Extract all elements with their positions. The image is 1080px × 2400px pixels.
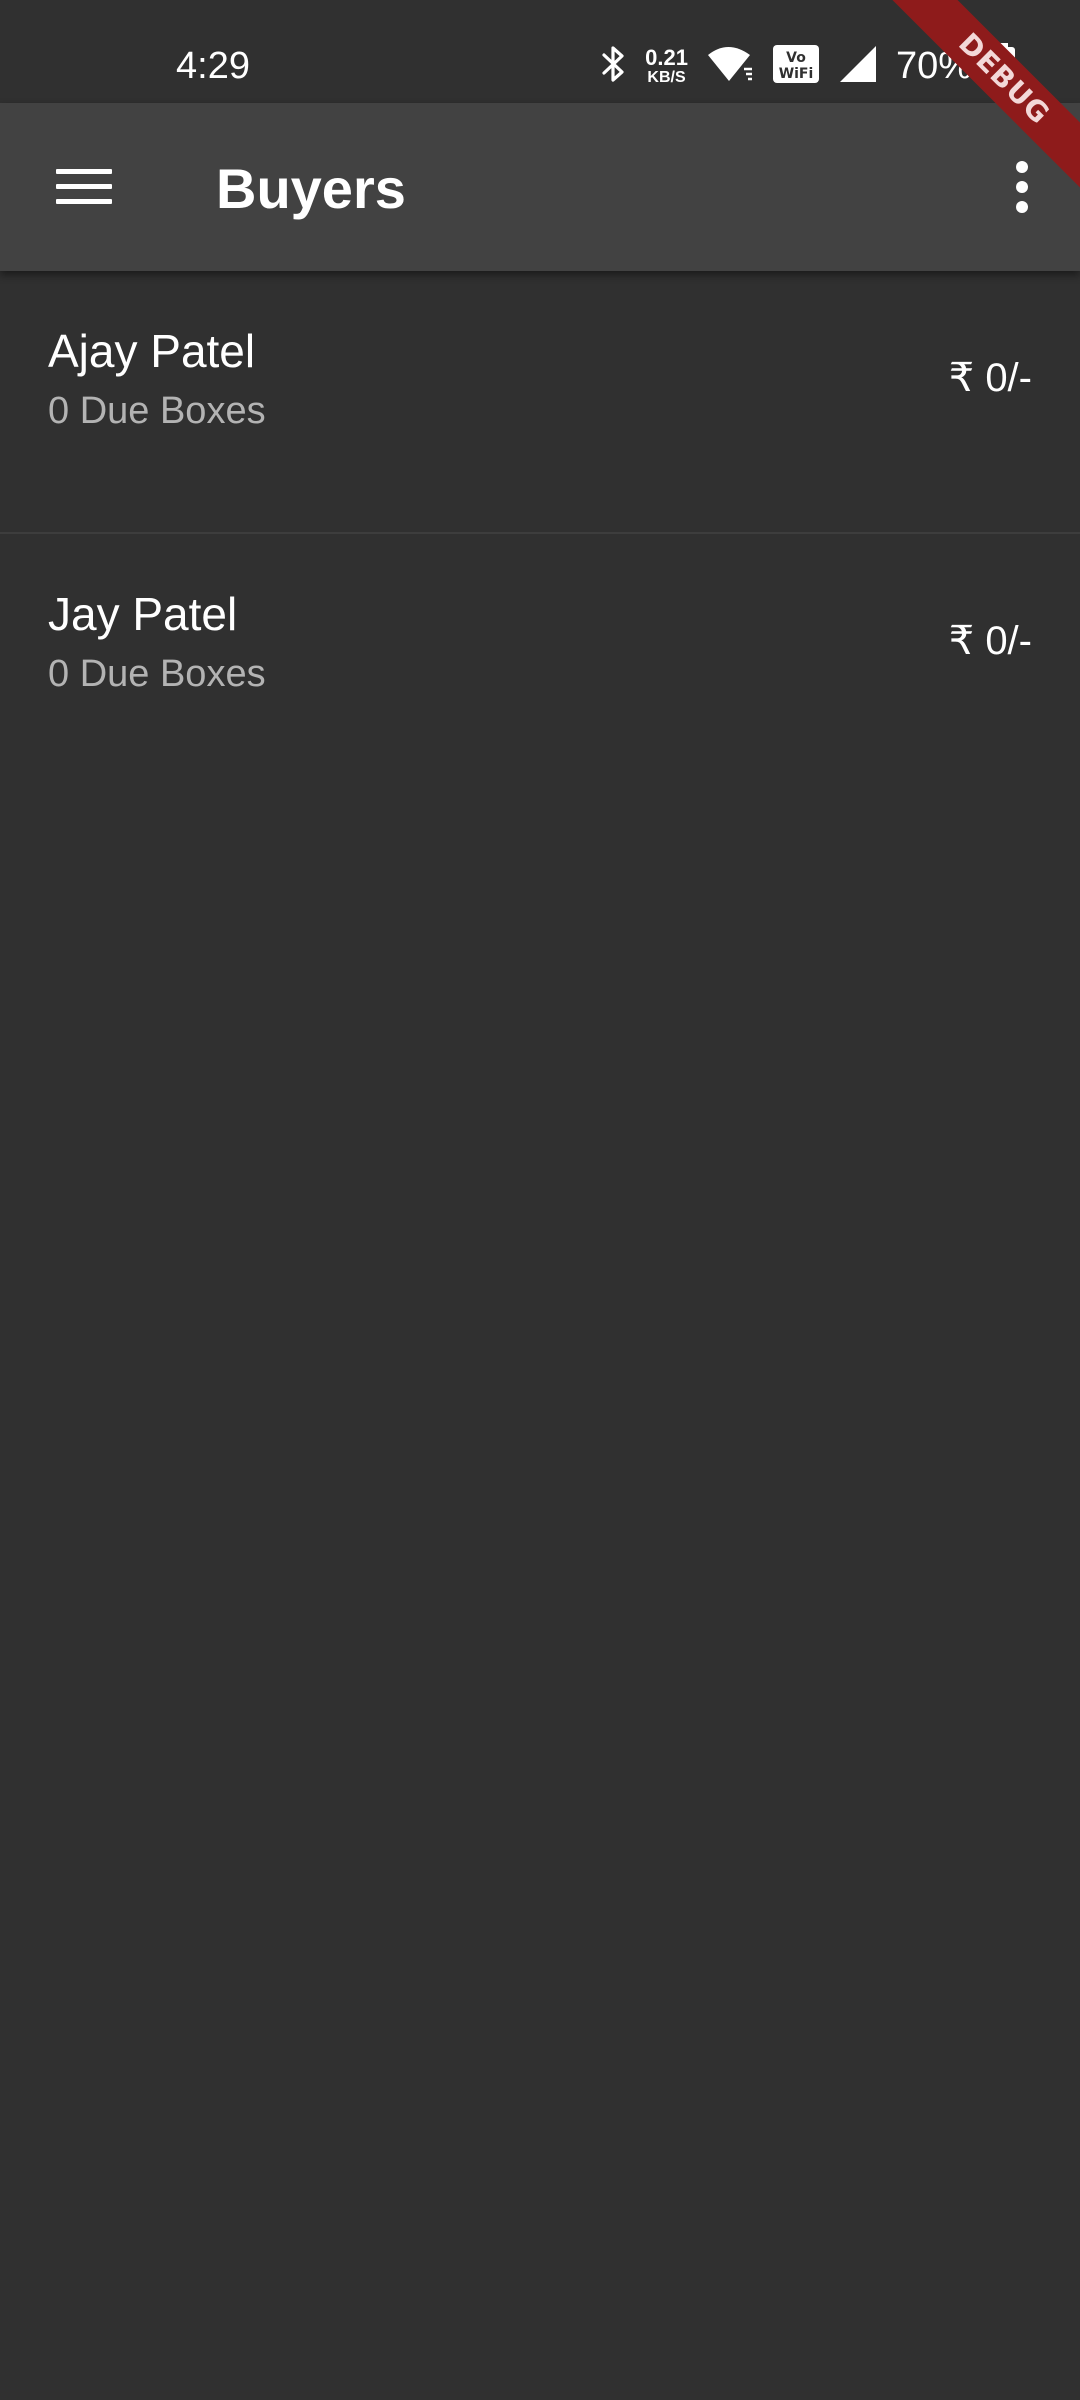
buyer-due-boxes: 0 Due Boxes — [48, 390, 266, 432]
network-speed-value: 0.21 — [645, 44, 688, 70]
buyers-list: Ajay Patel 0 Due Boxes ₹ 0/- Jay Patel 0… — [0, 271, 1080, 797]
battery-percent: 70% — [895, 45, 972, 87]
menu-icon — [56, 169, 112, 204]
buyer-name: Jay Patel — [48, 588, 238, 640]
menu-button[interactable] — [36, 147, 132, 227]
network-speed-unit: KB/S — [647, 68, 686, 86]
buyer-due-boxes: 0 Due Boxes — [48, 653, 266, 695]
buyer-list-item[interactable]: Ajay Patel 0 Due Boxes ₹ 0/- — [0, 271, 1080, 534]
svg-text:Vo: Vo — [786, 50, 806, 66]
buyer-amount: ₹ 0/- — [948, 356, 1032, 400]
vowifi-icon: Vo WiFi — [772, 44, 820, 89]
more-options-button[interactable] — [990, 147, 1054, 227]
battery-icon — [990, 42, 1016, 90]
buyer-amount: ₹ 0/- — [948, 619, 1032, 663]
wifi-icon — [706, 45, 754, 88]
svg-text:WiFi: WiFi — [779, 66, 814, 82]
more-vert-icon — [1016, 161, 1028, 213]
signal-icon — [838, 44, 878, 89]
status-icons: 0.21 KB/S Vo WiFi 70% — [601, 40, 1016, 92]
app-bar: Buyers — [0, 103, 1080, 271]
buyer-list-item[interactable]: Jay Patel 0 Due Boxes ₹ 0/- — [0, 534, 1080, 797]
page-title: Buyers — [216, 157, 406, 220]
bluetooth-icon — [601, 44, 627, 89]
status-time: 4:29 — [176, 45, 250, 87]
buyer-name: Ajay Patel — [48, 325, 256, 377]
network-speed: 0.21 KB/S — [645, 44, 688, 86]
status-bar: 4:29 0.21 KB/S Vo WiFi 70% — [0, 0, 1080, 103]
